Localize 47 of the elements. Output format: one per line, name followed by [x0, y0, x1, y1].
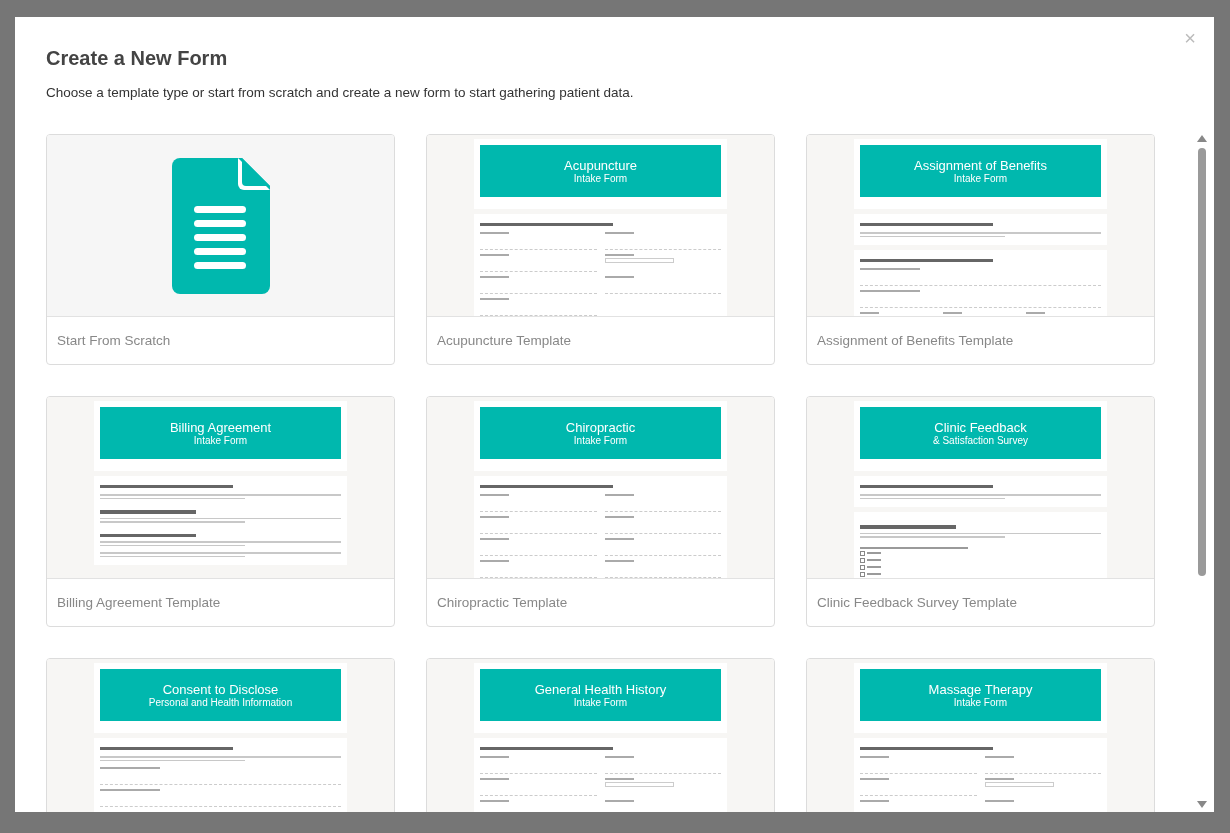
template-card[interactable]: Clinic Feedback & Satisfaction Survey Clinic Feedback Survey Template: [806, 396, 1155, 627]
template-name: Billing Agreement Template: [56, 594, 222, 612]
select-field: [604, 782, 675, 787]
banner-title: Chiropractic: [565, 419, 636, 435]
banner-subtitle: Intake Form: [193, 434, 248, 447]
template-card[interactable]: Assignment of Benefits Intake Form Assignment of Benefits Template: [806, 134, 1155, 365]
banner-title: General Health History: [534, 681, 667, 697]
template-name: Chiropractic Template: [436, 594, 569, 612]
text-line: [984, 778, 1014, 780]
select-field: [984, 782, 1055, 787]
dialog-subtitle: Choose a template type or start from scratch and create a new form to start gathering patient data.: [46, 85, 635, 100]
template-card[interactable]: Massage Therapy Intake Form: [806, 658, 1155, 812]
banner-title: Consent to Disclose: [162, 681, 279, 697]
banner-title: Clinic Feedback: [934, 419, 1027, 435]
text-line: [867, 566, 881, 568]
banner-subtitle: Intake Form: [953, 696, 1008, 709]
text-line: [867, 559, 881, 561]
template-card[interactable]: Consent to Disclose Personal and Health Information: [46, 658, 395, 812]
scroll-up-icon[interactable]: [1197, 134, 1207, 142]
banner-subtitle: Intake Form: [573, 696, 628, 709]
dialog-title: Create a New Form: [46, 47, 229, 70]
banner-title: Massage Therapy: [928, 681, 1033, 697]
banner-title: Acupuncture: [564, 157, 637, 173]
banner-subtitle: Personal and Health Information: [148, 696, 293, 709]
banner-subtitle: Intake Form: [573, 434, 628, 447]
scroll-down-icon[interactable]: [1197, 801, 1207, 809]
document-icon: [171, 157, 270, 294]
template-name: Start From Scratch: [56, 332, 172, 350]
template-card[interactable]: Billing Agreement Intake Form Billing Agreement Template: [46, 396, 395, 627]
template-card[interactable]: General Health History Intake Form: [426, 658, 775, 812]
close-button[interactable]: ×: [1180, 27, 1200, 50]
select-field: [604, 258, 675, 263]
text-line: [867, 552, 881, 554]
banner-title: Billing Agreement: [169, 419, 272, 435]
template-name: Clinic Feedback Survey Template: [816, 594, 1019, 612]
banner-subtitle: Intake Form: [953, 172, 1008, 185]
banner-subtitle: & Satisfaction Survey: [932, 434, 1028, 447]
banner-title: Assignment of Benefits: [914, 157, 1047, 173]
text-line: [604, 778, 634, 780]
text-line: [867, 573, 881, 575]
text-line: [604, 254, 634, 256]
template-name: Assignment of Benefits Template: [816, 332, 1015, 350]
template-card[interactable]: Chiropractic Intake Form Chiropractic Template: [426, 396, 775, 627]
template-card[interactable]: Acupuncture Intake Form Acupuncture Template: [426, 134, 775, 365]
template-name: Acupuncture Template: [436, 332, 573, 350]
template-card[interactable]: Start From Scratch: [46, 134, 395, 365]
banner-subtitle: Intake Form: [573, 172, 628, 185]
